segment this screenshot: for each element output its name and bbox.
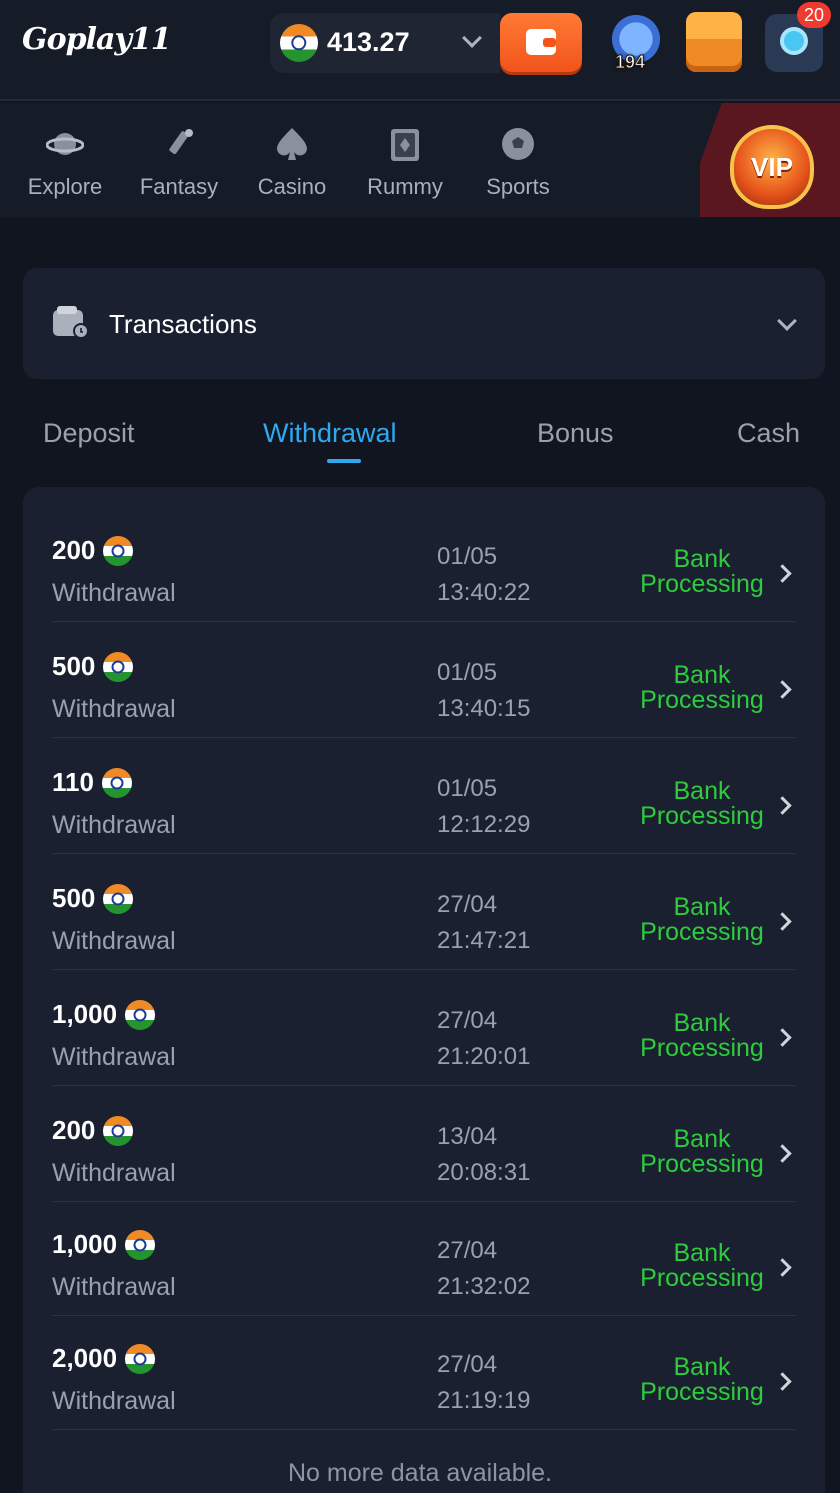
table-row[interactable]: 200 Withdrawal 01/05 13:40:22 Bank Proces… [52,507,796,622]
row-time: 21:20:01 [437,1043,531,1070]
india-flag-icon [103,883,134,914]
row-status: Bank Processing [640,777,764,830]
table-row[interactable]: 2,000 Withdrawal 27/04 21:19:19 Bank Proc… [52,1315,796,1430]
row-status: Bank Processing [640,545,764,598]
vip-badge[interactable]: VIP [700,103,840,217]
active-tab-indicator [327,459,361,463]
row-date: 01/05 [437,659,498,686]
row-amount: 1,000 [52,1229,118,1259]
transactions-dropdown[interactable]: Transactions [23,268,825,379]
row-type: Withdrawal [52,1273,176,1301]
support-agent-icon [780,27,808,55]
row-type: Withdrawal [52,927,176,955]
india-flag-icon [125,1229,156,1260]
table-row[interactable]: 110 Withdrawal 01/05 12:12:29 Bank Proces… [52,739,796,854]
india-flag-icon [125,1343,156,1374]
jar-count: 194 [614,52,646,73]
india-flag-icon [280,24,318,62]
row-time: 21:47:21 [437,927,531,954]
nav-casino[interactable]: Casino [242,125,342,200]
nav-explore[interactable]: Explore [15,125,115,200]
row-date: 27/04 [437,1351,498,1378]
table-row[interactable]: 1,000 Withdrawal 27/04 21:20:01 Bank Proc… [52,971,796,1086]
balance-selector[interactable]: 413.27 [270,13,500,73]
table-row[interactable]: 500 Withdrawal 27/04 21:47:21 Bank Proces… [52,855,796,970]
table-row[interactable]: 1,000 Withdrawal 27/04 21:32:02 Bank Proc… [52,1201,796,1316]
tab-bonus[interactable]: Bonus [537,418,614,449]
row-type: Withdrawal [52,1159,176,1187]
row-amount: 110 [52,767,94,797]
row-date: 27/04 [437,1237,498,1264]
cricket-bat-icon [169,129,193,154]
treasure-chest-icon[interactable] [686,12,742,72]
row-status: Bank Processing [640,661,764,714]
wallet-button[interactable] [500,13,582,72]
row-type: Withdrawal [52,1043,176,1071]
chevron-down-icon [462,28,482,48]
india-flag-icon [101,767,132,798]
tab-withdrawal[interactable]: Withdrawal [263,418,397,449]
row-time: 21:19:19 [437,1387,531,1414]
india-flag-icon [103,651,134,682]
row-status: Bank Processing [640,1125,764,1178]
wallet-clock-icon [53,306,89,339]
nav-rummy[interactable]: Rummy [355,125,455,200]
india-flag-icon [125,999,156,1030]
withdrawal-list: 200 Withdrawal 01/05 13:40:22 Bank Proces… [23,487,825,1493]
transactions-title: Transactions [109,309,257,339]
planet-icon [46,133,84,155]
row-date: 01/05 [437,543,498,570]
notification-badge: 20 [797,2,831,28]
row-amount: 2,000 [52,1343,118,1373]
cards-icon [391,129,419,161]
row-type: Withdrawal [52,579,176,607]
row-status: Bank Processing [640,1353,764,1406]
row-status: Bank Processing [640,893,764,946]
tab-cash[interactable]: Cash [737,418,800,449]
top-bar: Goplay11 413.27 194 20 [0,0,840,101]
football-icon [502,128,534,160]
row-amount: 500 [52,883,96,913]
row-amount: 200 [52,1115,96,1145]
transaction-tabs: Deposit Withdrawal Bonus Cash [0,400,840,470]
chevron-down-icon [777,311,797,331]
row-type: Withdrawal [52,695,176,723]
row-date: 27/04 [437,1007,498,1034]
row-date: 13/04 [437,1123,498,1150]
tab-deposit[interactable]: Deposit [43,418,135,449]
india-flag-icon [103,535,134,566]
row-time: 12:12:29 [437,811,531,838]
row-status: Bank Processing [640,1009,764,1062]
row-date: 01/05 [437,775,498,802]
row-status: Bank Processing [640,1239,764,1292]
nav-fantasy[interactable]: Fantasy [129,125,229,200]
row-amount: 200 [52,535,96,565]
row-time: 20:08:31 [437,1159,531,1186]
row-amount: 500 [52,651,96,681]
nav-sports[interactable]: Sports [468,125,568,200]
row-time: 13:40:15 [437,695,531,722]
row-amount: 1,000 [52,999,118,1029]
app-logo[interactable]: Goplay11 [22,22,172,57]
balance-amount: 413.27 [327,27,410,57]
no-more-data-text: No more data available. [287,1459,553,1487]
row-time: 13:40:22 [437,579,531,606]
spade-icon [277,128,307,160]
table-row[interactable]: 500 Withdrawal 01/05 13:40:15 Bank Proces… [52,623,796,738]
row-type: Withdrawal [52,1387,176,1415]
table-row[interactable]: 200 Withdrawal 13/04 20:08:31 Bank Proces… [52,1087,796,1202]
row-time: 21:32:02 [437,1273,531,1300]
india-flag-icon [103,1115,134,1146]
row-type: Withdrawal [52,811,176,839]
row-date: 27/04 [437,891,498,918]
